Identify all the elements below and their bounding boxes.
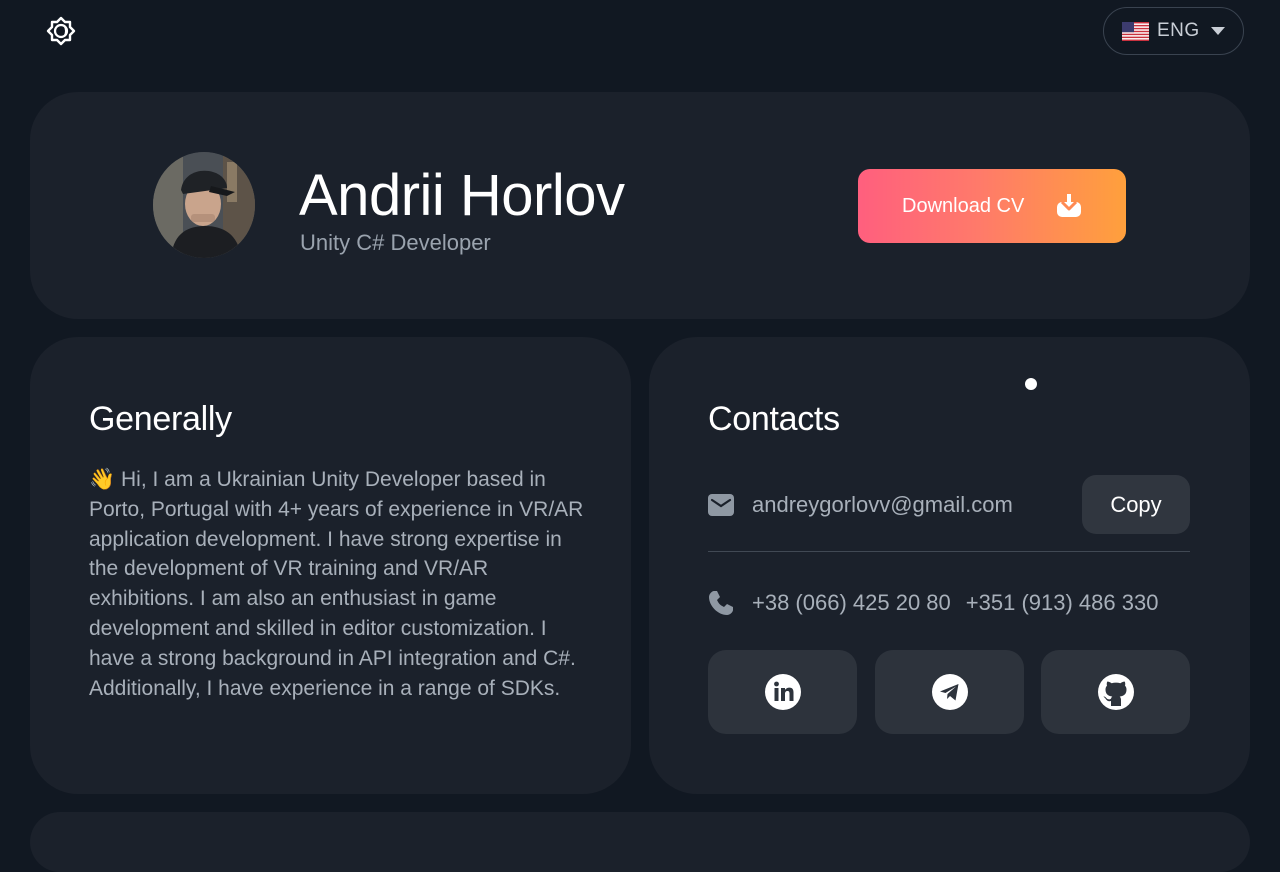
brightness-icon bbox=[46, 16, 76, 46]
mail-icon bbox=[708, 494, 734, 516]
telegram-button[interactable] bbox=[875, 650, 1024, 734]
email-address[interactable]: andreygorlovv@gmail.com bbox=[752, 492, 1013, 518]
language-label: ENG bbox=[1157, 20, 1200, 41]
phone-ua[interactable]: +38 (066) 425 20 80 bbox=[752, 590, 951, 616]
profile-card: Andrii Horlov Unity C# Developer Downloa… bbox=[30, 92, 1250, 319]
download-cv-button[interactable]: Download CV bbox=[858, 169, 1126, 243]
github-button[interactable] bbox=[1041, 650, 1190, 734]
telegram-icon bbox=[931, 674, 968, 710]
email-row: andreygorlovv@gmail.com Copy bbox=[708, 475, 1190, 535]
language-select[interactable]: ENG bbox=[1103, 7, 1244, 55]
github-icon bbox=[1097, 674, 1134, 710]
phone-pt[interactable]: +351 (913) 486 330 bbox=[966, 590, 1159, 616]
divider bbox=[708, 551, 1190, 552]
phone-row: +38 (066) 425 20 80 +351 (913) 486 330 bbox=[708, 585, 1158, 621]
top-bar: ENG bbox=[0, 0, 1280, 64]
theme-toggle-button[interactable] bbox=[44, 14, 78, 48]
general-card: Generally 👋 Hi, I am a Ukrainian Unity D… bbox=[30, 337, 631, 794]
profile-role: Unity C# Developer bbox=[300, 230, 491, 255]
download-tray-icon bbox=[1057, 194, 1081, 217]
general-title: Generally bbox=[89, 400, 232, 438]
copy-email-button[interactable]: Copy bbox=[1082, 475, 1190, 534]
next-section-card bbox=[30, 812, 1250, 872]
chevron-down-icon bbox=[1210, 27, 1225, 35]
us-flag-icon bbox=[1122, 21, 1149, 41]
general-description: 👋 Hi, I am a Ukrainian Unity Developer b… bbox=[89, 468, 584, 700]
linkedin-button[interactable] bbox=[708, 650, 857, 734]
phone-icon bbox=[709, 591, 733, 615]
contacts-card: Contacts andreygorlovv@gmail.com Copy +3… bbox=[649, 337, 1250, 794]
linkedin-icon bbox=[764, 674, 801, 710]
avatar bbox=[153, 152, 255, 258]
mouse-cursor bbox=[1025, 378, 1037, 390]
download-cv-label: Download CV bbox=[902, 194, 1025, 217]
profile-name: Andrii Horlov bbox=[299, 163, 625, 228]
contacts-title: Contacts bbox=[708, 400, 840, 438]
